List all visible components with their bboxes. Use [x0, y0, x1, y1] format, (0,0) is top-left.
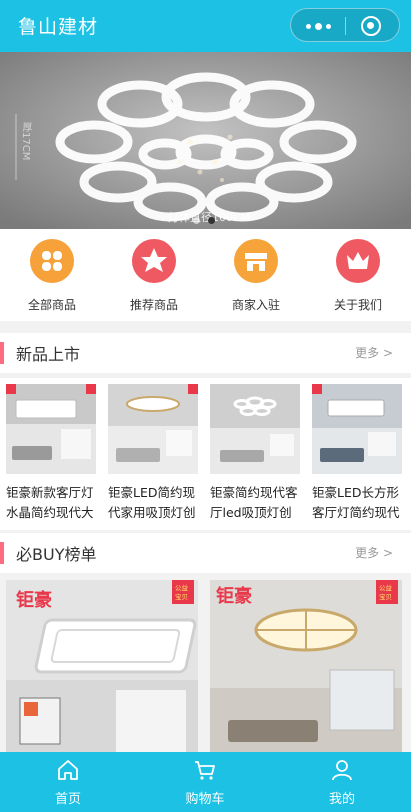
must-buy-list: 钜豪 公益 宝贝 钜豪 公益 宝贝	[0, 576, 411, 756]
carousel-indicator	[193, 209, 223, 228]
brand-logo: 钜豪	[216, 585, 252, 607]
product-image: 钜豪 公益 宝贝	[6, 580, 198, 756]
product-card[interactable]: 钜豪新款客厅灯水晶简约现代大	[6, 384, 96, 523]
product-name: 钜豪简约现代客厅led吸顶灯创	[210, 485, 298, 520]
star-icon	[132, 239, 176, 283]
product-card[interactable]: 钜豪简约现代客厅led吸顶灯创	[210, 384, 300, 523]
product-image	[6, 384, 96, 474]
tab-label: 首页	[54, 792, 81, 807]
product-image	[312, 384, 402, 474]
cart-icon	[160, 758, 250, 782]
category-recommended[interactable]: 推荐商品	[114, 239, 194, 313]
product-card[interactable]: 钜豪LED简约现代家用吸顶灯创	[108, 384, 198, 523]
tab-mine[interactable]: 我的	[297, 758, 387, 807]
category-merchant-join[interactable]: 商家入驻	[216, 239, 296, 313]
category-all-products[interactable]: 全部商品	[12, 239, 92, 313]
category-label: 商家入驻	[231, 298, 280, 312]
carousel-dot-active[interactable]	[208, 217, 215, 224]
miniapp-capsule	[290, 8, 400, 42]
tab-label: 购物车	[185, 792, 225, 807]
product-name: 钜豪新款客厅灯水晶简约现代大	[6, 485, 94, 520]
section-must-buy-header: 必BUY榜单 更多 >	[0, 533, 411, 573]
product-image	[210, 384, 300, 474]
product-card[interactable]: 钜豪LED长方形客厅灯简约现代	[312, 384, 402, 523]
svg-text:宝贝: 宝贝	[379, 592, 392, 601]
new-arrivals-list: 钜豪新款客厅灯水晶简约现代大 钜豪LED简约现代家用吸顶灯创 钜豪简约现代客厅l…	[0, 378, 411, 530]
product-card[interactable]: 钜豪 公益 宝贝	[210, 580, 402, 756]
product-card[interactable]: 钜豪 公益 宝贝	[6, 580, 198, 756]
category-nav: 全部商品 推荐商品 商家入驻 关于我们	[0, 229, 411, 321]
section-accent-bar	[0, 542, 4, 564]
svg-text:公益: 公益	[379, 583, 393, 592]
crown-icon	[336, 239, 380, 283]
carousel-dot[interactable]	[193, 217, 200, 224]
category-label: 推荐商品	[129, 298, 178, 312]
section-new-arrivals-header: 新品上市 更多 >	[0, 333, 411, 373]
capsule-divider	[345, 17, 346, 35]
app-title: 鲁山建材	[18, 16, 99, 38]
bottom-tab-bar: 首页 购物车 我的	[0, 752, 411, 812]
grid-icon	[30, 239, 74, 283]
close-target-icon[interactable]	[361, 16, 381, 36]
svg-text:公益: 公益	[175, 583, 189, 592]
svg-text:宝贝: 宝贝	[175, 592, 188, 601]
category-label: 关于我们	[333, 298, 382, 312]
home-icon	[23, 758, 113, 782]
section-title: 新品上市	[16, 345, 81, 364]
section-accent-bar	[0, 342, 4, 364]
banner-side-caption: 厚17CM	[20, 122, 31, 161]
nav-header: 鲁山建材	[0, 0, 411, 52]
product-image: 钜豪 公益 宝贝	[210, 580, 402, 756]
category-about-us[interactable]: 关于我们	[318, 239, 398, 313]
more-link[interactable]: 更多 >	[355, 344, 393, 361]
product-name: 钜豪LED简约现代家用吸顶灯创	[108, 485, 196, 520]
user-icon	[297, 758, 387, 782]
tab-cart[interactable]: 购物车	[160, 758, 250, 807]
tab-home[interactable]: 首页	[23, 758, 113, 807]
more-icon[interactable]	[303, 16, 333, 36]
brand-logo: 钜豪	[16, 589, 52, 611]
tab-label: 我的	[328, 792, 355, 807]
store-icon	[234, 239, 278, 283]
product-image	[108, 384, 198, 474]
more-link[interactable]: 更多 >	[355, 544, 393, 561]
app-page: 鲁山建材 厚17CM 全部商品 推荐商品 商家入驻 关于我们 新品上市 更多 >…	[0, 0, 411, 812]
section-title: 必BUY榜单	[16, 545, 97, 564]
product-name: 钜豪LED长方形客厅灯简约现代	[312, 485, 400, 520]
banner-carousel[interactable]: 厚17CM 灯体直径100CM	[0, 52, 411, 229]
category-label: 全部商品	[27, 298, 76, 312]
banner-lamp-image	[0, 52, 411, 229]
